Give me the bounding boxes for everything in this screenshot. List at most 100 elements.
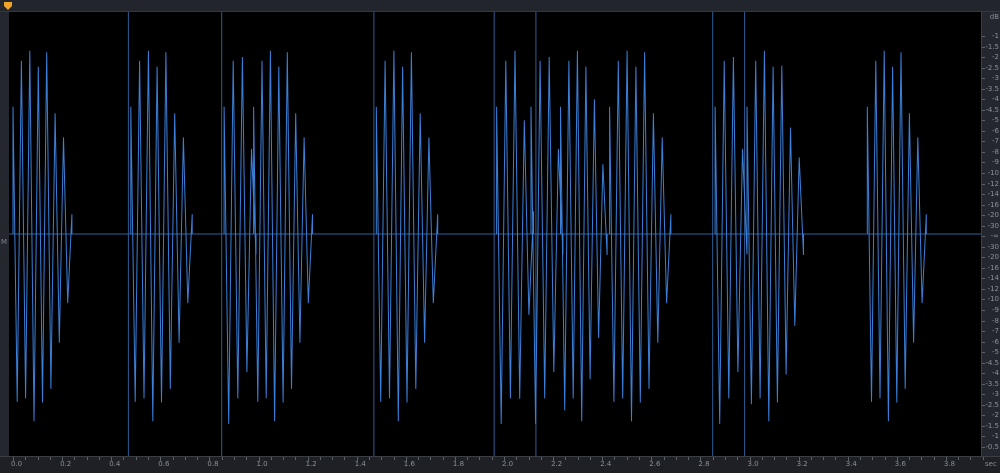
waveform-path: [12, 50, 927, 424]
time-ruler-tick: [123, 457, 125, 460]
time-ruler-tick: [49, 457, 51, 460]
time-ruler-tick: [614, 457, 616, 460]
channel-label: M: [1, 238, 8, 246]
db-scale-label: -5: [992, 348, 999, 357]
time-ruler-tick: [135, 457, 137, 460]
db-scale-tick: [982, 88, 985, 90]
db-scale-label: -9: [992, 158, 999, 167]
time-ruler-tick: [332, 457, 334, 460]
waveform-canvas[interactable]: [9, 12, 981, 456]
db-scale-tick: [982, 215, 985, 217]
db-scale-label: -30: [987, 221, 999, 230]
db-scale-label: -7: [992, 327, 999, 336]
playhead-marker-icon[interactable]: [3, 1, 13, 11]
db-scale-label: -1.5: [985, 421, 999, 430]
time-ruler-tick: [945, 457, 947, 462]
time-ruler-tick: [319, 457, 321, 460]
db-scale-label: -4.5: [985, 105, 999, 114]
waveform-display[interactable]: [9, 12, 981, 456]
time-ruler-tick: [663, 457, 665, 460]
time-ruler-tick: [835, 457, 837, 460]
time-ruler-tick: [491, 457, 493, 460]
db-scale-label: -6: [992, 126, 999, 135]
time-ruler-tick: [774, 457, 776, 460]
db-scale-tick: [982, 141, 985, 143]
time-ruler-tick: [258, 457, 260, 462]
time-ruler-tick: [847, 457, 849, 462]
db-scale-label: -16: [987, 263, 999, 272]
time-ruler-tick: [724, 457, 726, 460]
time-ruler-tick: [504, 457, 505, 462]
db-scale-tick: [982, 204, 985, 206]
time-ruler-tick: [933, 457, 935, 460]
db-scale-tick: [982, 57, 985, 59]
db-scale-tick: [982, 404, 985, 406]
time-ruler-tick: [896, 457, 898, 462]
time-ruler-tick: [148, 457, 150, 460]
time-ruler-tick: [467, 457, 469, 460]
db-scale-label: -∞: [990, 232, 999, 241]
db-scale-label: -8: [992, 147, 999, 156]
time-ruler-tick: [221, 457, 223, 460]
time-ruler-tick: [859, 457, 861, 460]
time-ruler-tick: [651, 457, 653, 462]
time-ruler-tick: [540, 457, 542, 460]
time-ruler-tick: [86, 457, 88, 460]
db-scale-tick: [982, 183, 985, 185]
db-scale-label: -16: [987, 200, 999, 209]
time-ruler-tick: [761, 457, 763, 460]
time-ruler-tick: [283, 457, 285, 460]
time-ruler-tick: [565, 457, 567, 460]
db-scale-tick: [982, 373, 985, 375]
db-scale-tick: [982, 278, 985, 280]
db-scale-label: -3: [992, 74, 999, 83]
time-ruler-tick: [381, 457, 383, 460]
db-scale-label: -20: [987, 253, 999, 262]
db-scale-tick: [982, 99, 985, 101]
db-scale-label: -0.5: [985, 443, 999, 451]
db-scale-label: -4: [992, 369, 999, 378]
db-scale-tick: [982, 173, 985, 174]
db-scale-label: -2: [992, 411, 999, 420]
db-scale-tick: [982, 341, 985, 343]
time-ruler-tick: [626, 457, 628, 460]
time-unit-label: sec: [985, 460, 997, 468]
db-scale-tick: [982, 78, 985, 80]
time-ruler-tick: [13, 457, 14, 462]
db-scale-label: -2.5: [985, 400, 999, 409]
time-ruler-tick: [25, 457, 27, 460]
db-scale-tick: [982, 299, 985, 301]
db-scale-label: -10: [987, 295, 999, 304]
time-ruler-tick: [209, 457, 211, 462]
db-scale-label: -9: [992, 306, 999, 314]
db-scale-tick: [982, 130, 985, 132]
db-scale-label: -14: [987, 190, 999, 199]
time-ruler-tick: [737, 457, 739, 460]
time-ruler-tick: [74, 457, 76, 460]
time-ruler[interactable]: sec 0.0 0.2 0.4 0.6 0.8 1.0 1.2 1.4 1.6 1.8 2.0 2.2…: [0, 456, 1000, 473]
time-ruler-tick: [823, 457, 825, 460]
db-scale-tick: [982, 120, 985, 122]
time-ruler-tick: [516, 457, 518, 460]
time-ruler-tick: [749, 457, 751, 462]
db-scale-tick: [982, 257, 985, 259]
time-ruler-tick: [909, 457, 911, 460]
time-ruler-tick: [307, 457, 309, 462]
db-scale-label: -6: [992, 337, 999, 346]
time-ruler-tick: [712, 457, 714, 460]
time-ruler-tick: [872, 457, 874, 460]
db-scale-tick: [982, 415, 985, 417]
db-scale-label: -8: [992, 316, 999, 325]
time-ruler-tick: [798, 457, 800, 462]
db-scale-tick: [982, 109, 985, 111]
time-ruler-tick: [356, 457, 358, 462]
db-scale-tick: [982, 267, 985, 269]
time-ruler-tick: [810, 457, 812, 460]
db-scale-label: -3.5: [985, 84, 999, 93]
db-scale-tick: [982, 36, 985, 37]
overview-strip[interactable]: [0, 0, 1000, 12]
time-ruler-tick: [602, 457, 604, 462]
time-ruler-tick: [700, 457, 702, 462]
time-ruler-tick: [368, 457, 370, 460]
time-ruler-tick: [970, 457, 972, 460]
